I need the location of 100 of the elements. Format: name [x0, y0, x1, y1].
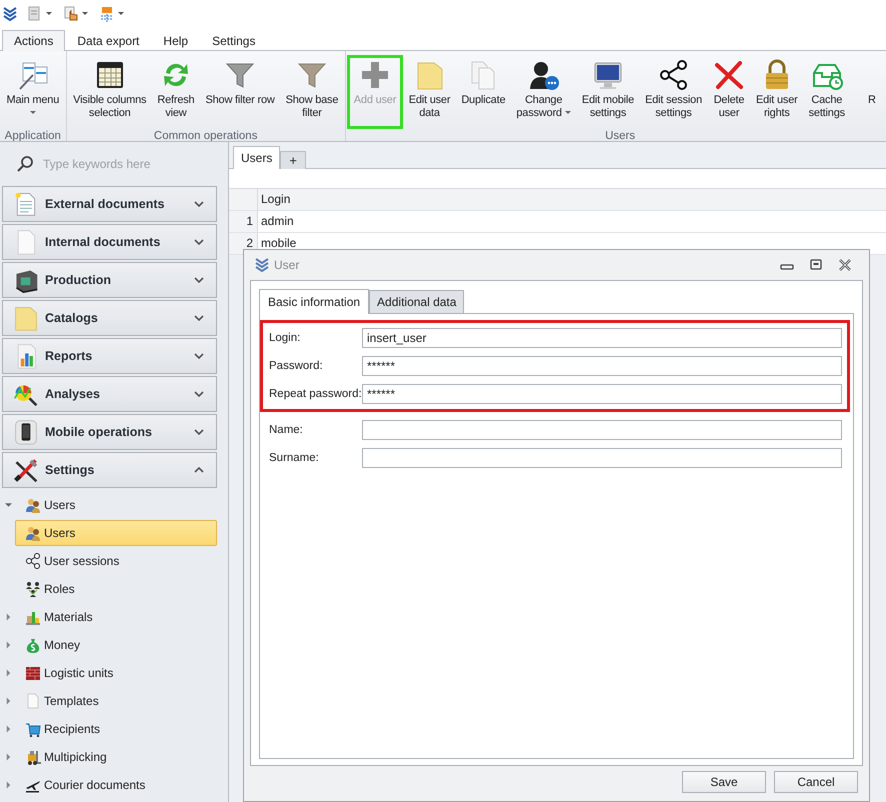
- table-cell-text: mobile: [260, 235, 298, 252]
- expand-arrow-icon[interactable]: [5, 781, 12, 789]
- expand-arrow-icon[interactable]: [5, 641, 12, 649]
- caret-icon[interactable]: [118, 12, 124, 16]
- input-field[interactable]: [362, 420, 842, 440]
- menu-tab[interactable]: Actions: [2, 30, 66, 51]
- tree-item[interactable]: Users: [15, 520, 217, 546]
- people-icon: [25, 497, 41, 513]
- dialog-tab[interactable]: Additional data: [369, 290, 464, 313]
- ribbon-button[interactable]: Change password: [510, 55, 576, 129]
- cross-icon: [713, 59, 745, 91]
- field-label: Surname:: [269, 452, 320, 464]
- group-label: Users: [604, 129, 636, 141]
- expand-arrow-icon[interactable]: [5, 697, 12, 705]
- expand-arrow-icon[interactable]: [5, 613, 12, 621]
- nav-section-header[interactable]: Mobile operations: [2, 414, 217, 450]
- ribbon-button[interactable]: Edit mobile settings: [576, 55, 640, 129]
- ribbon-button[interactable]: Show base filter: [280, 55, 344, 129]
- ribbon-button[interactable]: Cache settings: [803, 55, 850, 129]
- folder-icon: [13, 305, 39, 331]
- nav-section-header[interactable]: External documents: [2, 186, 217, 222]
- forklift-icon: [25, 749, 41, 765]
- close-icon[interactable]: [838, 258, 852, 272]
- tree-item[interactable]: Logistic units: [15, 660, 217, 686]
- maximize-icon[interactable]: [809, 258, 823, 272]
- app-logo-icon[interactable]: [2, 6, 18, 22]
- nav-section-header[interactable]: Settings: [2, 452, 217, 488]
- dialog-tab[interactable]: Basic information: [259, 289, 370, 314]
- input-field[interactable]: insert_user: [362, 328, 842, 348]
- field-label: Repeat password:: [269, 388, 362, 400]
- ribbon-button[interactable]: Edit user rights: [750, 55, 804, 129]
- caret-icon: [564, 111, 571, 116]
- dialog-button[interactable]: Save: [682, 771, 766, 793]
- input-field[interactable]: ******: [362, 356, 842, 376]
- ribbon-button[interactable]: Main menu: [1, 55, 65, 129]
- tree-item[interactable]: Materials: [15, 604, 217, 630]
- app-logo-icon: [254, 257, 270, 273]
- chevron-icon: [194, 277, 204, 283]
- search-icon: [16, 155, 34, 173]
- menu-tab[interactable]: Settings: [200, 30, 268, 51]
- hand-icon[interactable]: [63, 6, 79, 22]
- nav-section-header[interactable]: Reports: [2, 338, 217, 374]
- collapse-arrow-icon[interactable]: [5, 501, 12, 509]
- ribbon-button[interactable]: Delete user: [708, 55, 750, 129]
- document-tab[interactable]: Users: [233, 146, 280, 169]
- tree-item[interactable]: Courier documents: [15, 772, 217, 798]
- add-tab-button[interactable]: +: [280, 151, 306, 169]
- field-label: Login:: [269, 332, 302, 344]
- search-field[interactable]: Type keywords here: [41, 156, 215, 172]
- people-icon: [25, 525, 41, 541]
- field-label: Password:: [269, 360, 324, 372]
- people-network-icon: [25, 581, 41, 597]
- expand-arrow-icon[interactable]: [5, 725, 12, 733]
- row-number: 1: [229, 211, 258, 232]
- ribbon-button[interactable]: R: [850, 55, 886, 129]
- dialog-title: User: [274, 258, 300, 272]
- ribbon-button[interactable]: Refresh view: [152, 55, 200, 129]
- spellcheck-icon[interactable]: [99, 6, 115, 22]
- menu-tab[interactable]: Help: [151, 30, 200, 51]
- tree-item[interactable]: Multipicking: [15, 744, 217, 770]
- nav-section-header[interactable]: Internal documents: [2, 224, 217, 260]
- materials-icon: [25, 609, 41, 625]
- nav-section-header[interactable]: Catalogs: [2, 300, 217, 336]
- nav-section-header[interactable]: Production: [2, 262, 217, 298]
- menu-tab[interactable]: Data export: [65, 30, 152, 51]
- money-bag-icon: [25, 637, 41, 653]
- tree-item[interactable]: Templates: [15, 688, 217, 714]
- ribbon-button[interactable]: Duplicate: [456, 55, 511, 129]
- tree-item[interactable]: Money: [15, 632, 217, 658]
- caret-icon[interactable]: [46, 12, 52, 16]
- chevron-icon: [194, 201, 204, 207]
- chevron-icon: [194, 467, 204, 473]
- ribbon-button[interactable]: Visible columns selection: [68, 55, 152, 129]
- page-icon: [25, 693, 41, 709]
- chevron-icon: [194, 429, 204, 435]
- chevron-icon: [194, 239, 204, 245]
- tree-item[interactable]: Recipients: [15, 716, 217, 742]
- ribbon-button[interactable]: Edit user data: [403, 55, 456, 129]
- share-icon: [658, 59, 690, 91]
- phone-icon: [13, 419, 39, 445]
- expand-arrow-icon[interactable]: [5, 669, 12, 677]
- tools-icon: [13, 457, 39, 483]
- input-field[interactable]: ******: [362, 384, 842, 404]
- tree-item[interactable]: User sessions: [15, 548, 217, 574]
- nodes-icon: [25, 553, 41, 569]
- chevron-icon: [194, 391, 204, 397]
- ribbon-button[interactable]: Edit session settings: [640, 55, 708, 129]
- input-field[interactable]: [362, 448, 842, 468]
- cart-icon: [25, 721, 41, 737]
- expand-arrow-icon[interactable]: [5, 753, 12, 761]
- caret-icon[interactable]: [82, 12, 88, 16]
- chevron-icon: [194, 353, 204, 359]
- tree-item[interactable]: Roles: [15, 576, 217, 602]
- caret-icon: [30, 111, 36, 115]
- table-cell-text: admin: [260, 213, 295, 230]
- nav-section-header[interactable]: Analyses: [2, 376, 217, 412]
- ribbon-button[interactable]: Show filter row: [200, 55, 280, 129]
- field-label: Name:: [269, 424, 304, 436]
- tree-item[interactable]: Users: [15, 492, 217, 518]
- dialog-button[interactable]: Cancel: [774, 771, 858, 793]
